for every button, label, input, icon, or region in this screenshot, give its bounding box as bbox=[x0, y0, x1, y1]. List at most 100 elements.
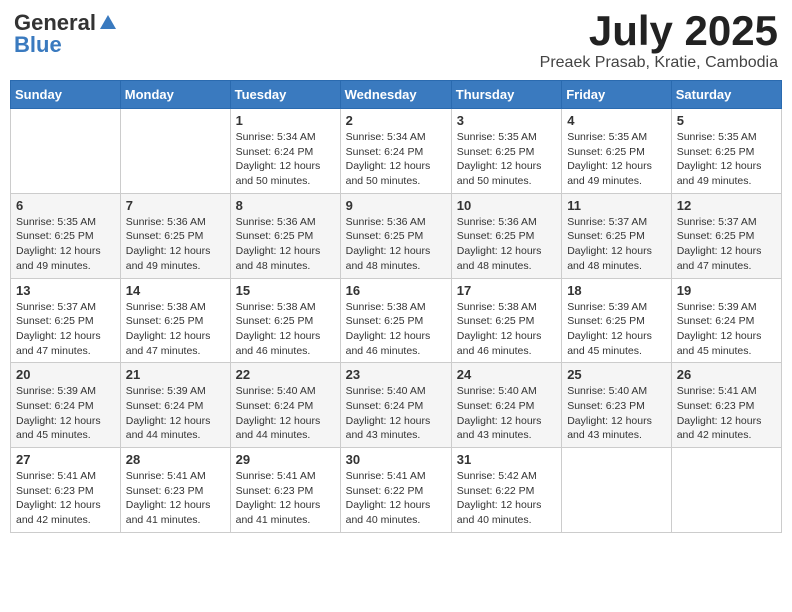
table-row: 11 Sunrise: 5:37 AMSunset: 6:25 PMDaylig… bbox=[562, 193, 672, 278]
table-row: 2 Sunrise: 5:34 AMSunset: 6:24 PMDayligh… bbox=[340, 109, 451, 194]
day-number: 5 bbox=[677, 113, 776, 128]
day-number: 30 bbox=[346, 452, 446, 467]
day-number: 13 bbox=[16, 283, 115, 298]
table-row: 23 Sunrise: 5:40 AMSunset: 6:24 PMDaylig… bbox=[340, 363, 451, 448]
table-row bbox=[671, 448, 781, 533]
title-section: July 2025 Preaek Prasab, Kratie, Cambodi… bbox=[540, 10, 778, 72]
calendar-week-row: 20 Sunrise: 5:39 AMSunset: 6:24 PMDaylig… bbox=[11, 363, 782, 448]
day-number: 12 bbox=[677, 198, 776, 213]
day-number: 11 bbox=[567, 198, 666, 213]
table-row: 28 Sunrise: 5:41 AMSunset: 6:23 PMDaylig… bbox=[120, 448, 230, 533]
calendar-table: Sunday Monday Tuesday Wednesday Thursday… bbox=[10, 80, 782, 533]
day-number: 19 bbox=[677, 283, 776, 298]
calendar-week-row: 6 Sunrise: 5:35 AMSunset: 6:25 PMDayligh… bbox=[11, 193, 782, 278]
day-number: 31 bbox=[457, 452, 556, 467]
day-info: Sunrise: 5:40 AMSunset: 6:24 PMDaylight:… bbox=[346, 384, 446, 443]
day-info: Sunrise: 5:39 AMSunset: 6:24 PMDaylight:… bbox=[16, 384, 115, 443]
header-sunday: Sunday bbox=[11, 81, 121, 109]
day-number: 3 bbox=[457, 113, 556, 128]
table-row: 14 Sunrise: 5:38 AMSunset: 6:25 PMDaylig… bbox=[120, 278, 230, 363]
day-number: 25 bbox=[567, 367, 666, 382]
day-number: 9 bbox=[346, 198, 446, 213]
logo-blue-text: Blue bbox=[14, 32, 62, 58]
table-row: 27 Sunrise: 5:41 AMSunset: 6:23 PMDaylig… bbox=[11, 448, 121, 533]
day-number: 8 bbox=[236, 198, 335, 213]
day-number: 18 bbox=[567, 283, 666, 298]
day-info: Sunrise: 5:36 AMSunset: 6:25 PMDaylight:… bbox=[346, 215, 446, 274]
table-row: 7 Sunrise: 5:36 AMSunset: 6:25 PMDayligh… bbox=[120, 193, 230, 278]
table-row: 5 Sunrise: 5:35 AMSunset: 6:25 PMDayligh… bbox=[671, 109, 781, 194]
day-info: Sunrise: 5:38 AMSunset: 6:25 PMDaylight:… bbox=[236, 300, 335, 359]
table-row: 10 Sunrise: 5:36 AMSunset: 6:25 PMDaylig… bbox=[451, 193, 561, 278]
logo-icon bbox=[98, 13, 118, 33]
day-number: 20 bbox=[16, 367, 115, 382]
table-row: 22 Sunrise: 5:40 AMSunset: 6:24 PMDaylig… bbox=[230, 363, 340, 448]
day-number: 7 bbox=[126, 198, 225, 213]
table-row: 12 Sunrise: 5:37 AMSunset: 6:25 PMDaylig… bbox=[671, 193, 781, 278]
day-info: Sunrise: 5:35 AMSunset: 6:25 PMDaylight:… bbox=[457, 130, 556, 189]
day-info: Sunrise: 5:36 AMSunset: 6:25 PMDaylight:… bbox=[457, 215, 556, 274]
table-row: 20 Sunrise: 5:39 AMSunset: 6:24 PMDaylig… bbox=[11, 363, 121, 448]
table-row: 1 Sunrise: 5:34 AMSunset: 6:24 PMDayligh… bbox=[230, 109, 340, 194]
day-info: Sunrise: 5:34 AMSunset: 6:24 PMDaylight:… bbox=[236, 130, 335, 189]
calendar-week-row: 1 Sunrise: 5:34 AMSunset: 6:24 PMDayligh… bbox=[11, 109, 782, 194]
table-row bbox=[562, 448, 672, 533]
day-info: Sunrise: 5:36 AMSunset: 6:25 PMDaylight:… bbox=[126, 215, 225, 274]
table-row: 19 Sunrise: 5:39 AMSunset: 6:24 PMDaylig… bbox=[671, 278, 781, 363]
location-title: Preaek Prasab, Kratie, Cambodia bbox=[540, 54, 778, 72]
day-info: Sunrise: 5:34 AMSunset: 6:24 PMDaylight:… bbox=[346, 130, 446, 189]
day-info: Sunrise: 5:40 AMSunset: 6:23 PMDaylight:… bbox=[567, 384, 666, 443]
day-info: Sunrise: 5:37 AMSunset: 6:25 PMDaylight:… bbox=[567, 215, 666, 274]
table-row bbox=[120, 109, 230, 194]
day-info: Sunrise: 5:38 AMSunset: 6:25 PMDaylight:… bbox=[126, 300, 225, 359]
day-info: Sunrise: 5:35 AMSunset: 6:25 PMDaylight:… bbox=[677, 130, 776, 189]
header-thursday: Thursday bbox=[451, 81, 561, 109]
table-row: 24 Sunrise: 5:40 AMSunset: 6:24 PMDaylig… bbox=[451, 363, 561, 448]
day-number: 26 bbox=[677, 367, 776, 382]
day-number: 10 bbox=[457, 198, 556, 213]
day-info: Sunrise: 5:37 AMSunset: 6:25 PMDaylight:… bbox=[16, 300, 115, 359]
day-number: 2 bbox=[346, 113, 446, 128]
day-info: Sunrise: 5:37 AMSunset: 6:25 PMDaylight:… bbox=[677, 215, 776, 274]
day-info: Sunrise: 5:40 AMSunset: 6:24 PMDaylight:… bbox=[457, 384, 556, 443]
calendar-week-row: 27 Sunrise: 5:41 AMSunset: 6:23 PMDaylig… bbox=[11, 448, 782, 533]
table-row: 9 Sunrise: 5:36 AMSunset: 6:25 PMDayligh… bbox=[340, 193, 451, 278]
header-friday: Friday bbox=[562, 81, 672, 109]
table-row: 4 Sunrise: 5:35 AMSunset: 6:25 PMDayligh… bbox=[562, 109, 672, 194]
day-number: 4 bbox=[567, 113, 666, 128]
day-info: Sunrise: 5:39 AMSunset: 6:25 PMDaylight:… bbox=[567, 300, 666, 359]
day-info: Sunrise: 5:41 AMSunset: 6:23 PMDaylight:… bbox=[677, 384, 776, 443]
day-info: Sunrise: 5:36 AMSunset: 6:25 PMDaylight:… bbox=[236, 215, 335, 274]
table-row bbox=[11, 109, 121, 194]
header-saturday: Saturday bbox=[671, 81, 781, 109]
header-tuesday: Tuesday bbox=[230, 81, 340, 109]
page-header: General Blue July 2025 Preaek Prasab, Kr… bbox=[10, 10, 782, 72]
day-info: Sunrise: 5:40 AMSunset: 6:24 PMDaylight:… bbox=[236, 384, 335, 443]
day-number: 21 bbox=[126, 367, 225, 382]
day-number: 14 bbox=[126, 283, 225, 298]
day-number: 28 bbox=[126, 452, 225, 467]
day-number: 24 bbox=[457, 367, 556, 382]
day-number: 15 bbox=[236, 283, 335, 298]
table-row: 13 Sunrise: 5:37 AMSunset: 6:25 PMDaylig… bbox=[11, 278, 121, 363]
day-info: Sunrise: 5:35 AMSunset: 6:25 PMDaylight:… bbox=[567, 130, 666, 189]
table-row: 29 Sunrise: 5:41 AMSunset: 6:23 PMDaylig… bbox=[230, 448, 340, 533]
day-info: Sunrise: 5:41 AMSunset: 6:23 PMDaylight:… bbox=[126, 469, 225, 528]
day-number: 17 bbox=[457, 283, 556, 298]
table-row: 16 Sunrise: 5:38 AMSunset: 6:25 PMDaylig… bbox=[340, 278, 451, 363]
calendar-header-row: Sunday Monday Tuesday Wednesday Thursday… bbox=[11, 81, 782, 109]
table-row: 3 Sunrise: 5:35 AMSunset: 6:25 PMDayligh… bbox=[451, 109, 561, 194]
day-number: 16 bbox=[346, 283, 446, 298]
day-number: 6 bbox=[16, 198, 115, 213]
day-number: 27 bbox=[16, 452, 115, 467]
table-row: 18 Sunrise: 5:39 AMSunset: 6:25 PMDaylig… bbox=[562, 278, 672, 363]
header-wednesday: Wednesday bbox=[340, 81, 451, 109]
day-info: Sunrise: 5:35 AMSunset: 6:25 PMDaylight:… bbox=[16, 215, 115, 274]
table-row: 26 Sunrise: 5:41 AMSunset: 6:23 PMDaylig… bbox=[671, 363, 781, 448]
day-number: 22 bbox=[236, 367, 335, 382]
day-info: Sunrise: 5:41 AMSunset: 6:23 PMDaylight:… bbox=[16, 469, 115, 528]
table-row: 30 Sunrise: 5:41 AMSunset: 6:22 PMDaylig… bbox=[340, 448, 451, 533]
day-number: 1 bbox=[236, 113, 335, 128]
month-title: July 2025 bbox=[540, 10, 778, 52]
day-number: 29 bbox=[236, 452, 335, 467]
